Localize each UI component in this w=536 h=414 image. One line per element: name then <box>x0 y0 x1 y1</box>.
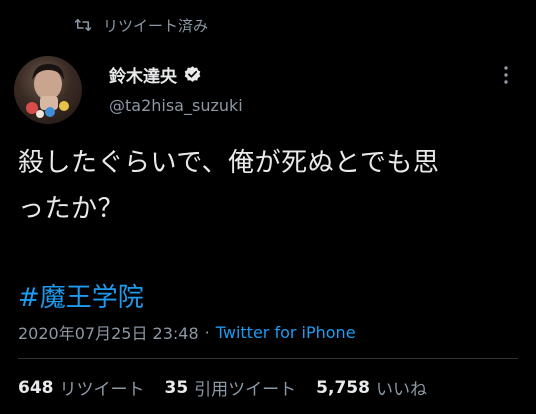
display-name[interactable]: 鈴木達央 <box>109 62 177 87</box>
tweet-meta: 2020年07月25日 23:48 · Twitter for iPhone <box>18 320 356 344</box>
retweets-count: 648 <box>18 377 54 398</box>
user-handle[interactable]: @ta2hisa_suzuki <box>109 96 243 115</box>
more-options-icon[interactable] <box>496 62 516 88</box>
tweet-timestamp[interactable]: 2020年07月25日 23:48 <box>18 320 199 344</box>
retweet-label: リツイート済み <box>103 16 209 35</box>
tweet-stats: 648 リツイート 35 引用ツイート 5,758 いいね <box>18 375 447 401</box>
quotes-count: 35 <box>164 377 189 398</box>
quotes-label: 引用ツイート <box>194 380 297 400</box>
meta-separator: · <box>204 322 210 342</box>
verified-badge-icon <box>183 65 202 84</box>
likes-stat[interactable]: 5,758 いいね <box>316 375 427 401</box>
tweet-source-link[interactable]: Twitter for iPhone <box>216 323 356 342</box>
author-names: 鈴木達央 @ta2hisa_suzuki <box>109 60 243 115</box>
display-name-row: 鈴木達央 <box>109 60 243 88</box>
retweets-stat[interactable]: 648 リツイート <box>18 375 145 401</box>
tweet-text-line-1: 殺したぐらいで、俺が死ぬとでも思 <box>18 148 440 178</box>
retweets-label: リツイート <box>59 380 145 400</box>
retweet-header: リツイート済み <box>73 12 208 38</box>
quotes-stat[interactable]: 35 引用ツイート <box>164 375 297 401</box>
user-avatar[interactable] <box>14 56 82 124</box>
author-row: 鈴木達央 @ta2hisa_suzuki <box>14 56 522 124</box>
divider <box>18 358 518 359</box>
likes-label: いいね <box>375 380 427 400</box>
tweet-text: 殺したぐらいで、俺が死ぬとでも思 ったか？ <box>18 140 518 232</box>
tweet-text-line-2: ったか？ <box>18 194 125 224</box>
likes-count: 5,758 <box>316 377 370 398</box>
retweet-icon <box>73 15 93 35</box>
hashtag-link[interactable]: #魔王学院 <box>18 277 144 314</box>
